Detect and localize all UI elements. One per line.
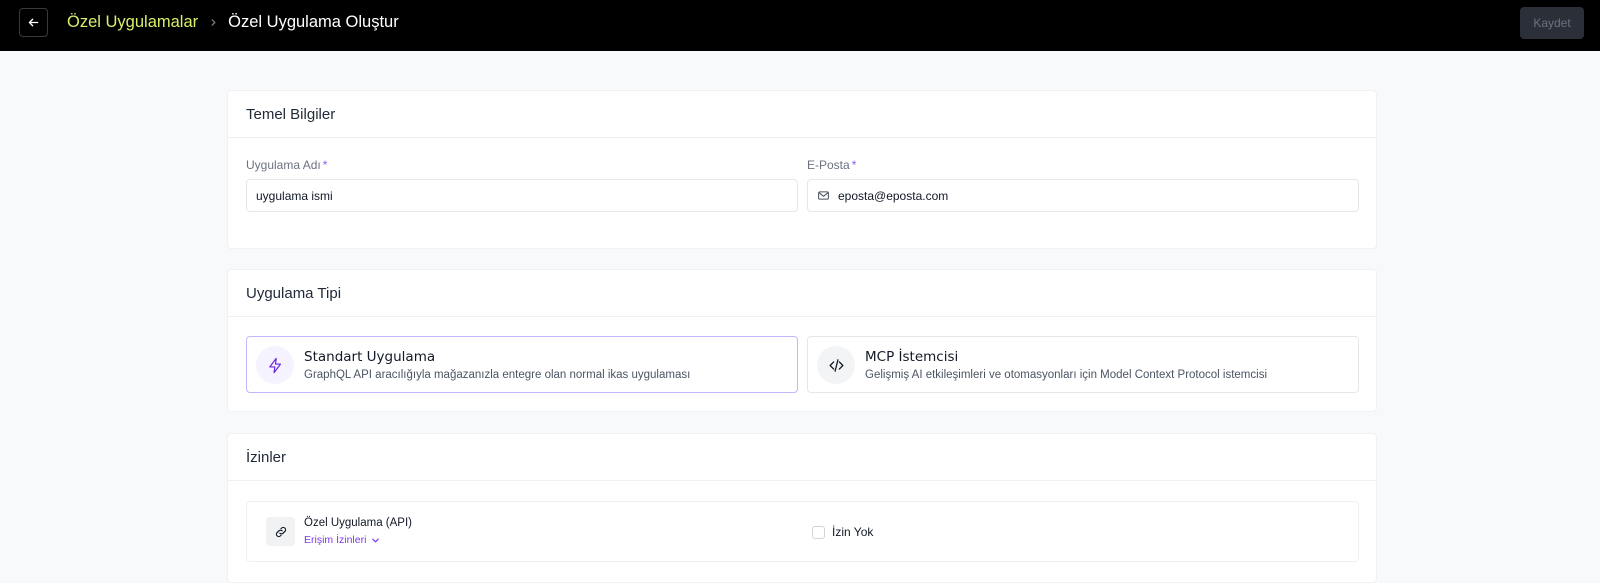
page-title: Özel Uygulama Oluştur <box>228 13 399 31</box>
email-label: E-Posta * <box>807 158 857 172</box>
mcp-client-description: Gelişmiş AI etkileşimleri ve otomasyonla… <box>865 369 1267 381</box>
breadcrumb: Özel Uygulamalar Özel Uygulama Oluştur <box>67 13 399 32</box>
arrow-left-icon <box>27 16 40 29</box>
app-type-card: Uygulama Tipi Standart Uygulama GraphQL … <box>227 269 1377 412</box>
required-mark: * <box>322 158 328 172</box>
back-button[interactable] <box>19 8 48 37</box>
permission-row: Özel Uygulama (API) Erişim İzinleri İzin… <box>246 501 1359 562</box>
link-icon <box>266 517 295 546</box>
breadcrumb-parent-link[interactable]: Özel Uygulamalar <box>67 13 198 32</box>
no-permission-label: İzin Yok <box>832 525 874 539</box>
mcp-client-title: MCP İstemcisi <box>865 349 959 365</box>
basic-info-title: Temel Bilgiler <box>228 91 1376 138</box>
app-name-label: Uygulama Adı * <box>246 158 328 172</box>
top-bar: Özel Uygulamalar Özel Uygulama Oluştur K… <box>0 0 1600 51</box>
basic-info-card: Temel Bilgiler Uygulama Adı * uygulama is… <box>227 90 1377 249</box>
standard-app-option[interactable]: Standart Uygulama GraphQL API aracılığıy… <box>246 336 798 393</box>
code-icon <box>817 346 855 384</box>
app-name-value: uygulama ismi <box>256 188 333 203</box>
email-input[interactable]: eposta@eposta.com <box>807 179 1359 212</box>
chevron-down-icon <box>366 536 380 545</box>
email-value: eposta@eposta.com <box>838 188 949 203</box>
no-permission-checkbox[interactable] <box>812 526 825 539</box>
access-permissions-dropdown[interactable]: Erişim İzinleri <box>304 534 380 546</box>
standard-app-description: GraphQL API aracılığıyla mağazanızla ent… <box>304 369 691 381</box>
access-permissions-label: Erişim İzinleri <box>304 534 367 546</box>
lightning-icon <box>256 346 294 384</box>
app-name-input[interactable]: uygulama ismi <box>246 179 798 212</box>
permission-item-title: Özel Uygulama (API) <box>304 517 413 529</box>
permissions-card: İzinler Özel Uygulama (API) Erişim İzinl… <box>227 433 1377 583</box>
required-mark: * <box>851 158 857 172</box>
mcp-client-option[interactable]: MCP İstemcisi Gelişmiş AI etkileşimleri … <box>807 336 1359 393</box>
chevron-right-icon <box>209 18 218 27</box>
mail-icon <box>817 189 830 202</box>
save-button[interactable]: Kaydet <box>1520 7 1584 39</box>
standard-app-title: Standart Uygulama <box>304 349 436 365</box>
app-type-title: Uygulama Tipi <box>228 270 1376 317</box>
permissions-title: İzinler <box>228 434 1376 481</box>
